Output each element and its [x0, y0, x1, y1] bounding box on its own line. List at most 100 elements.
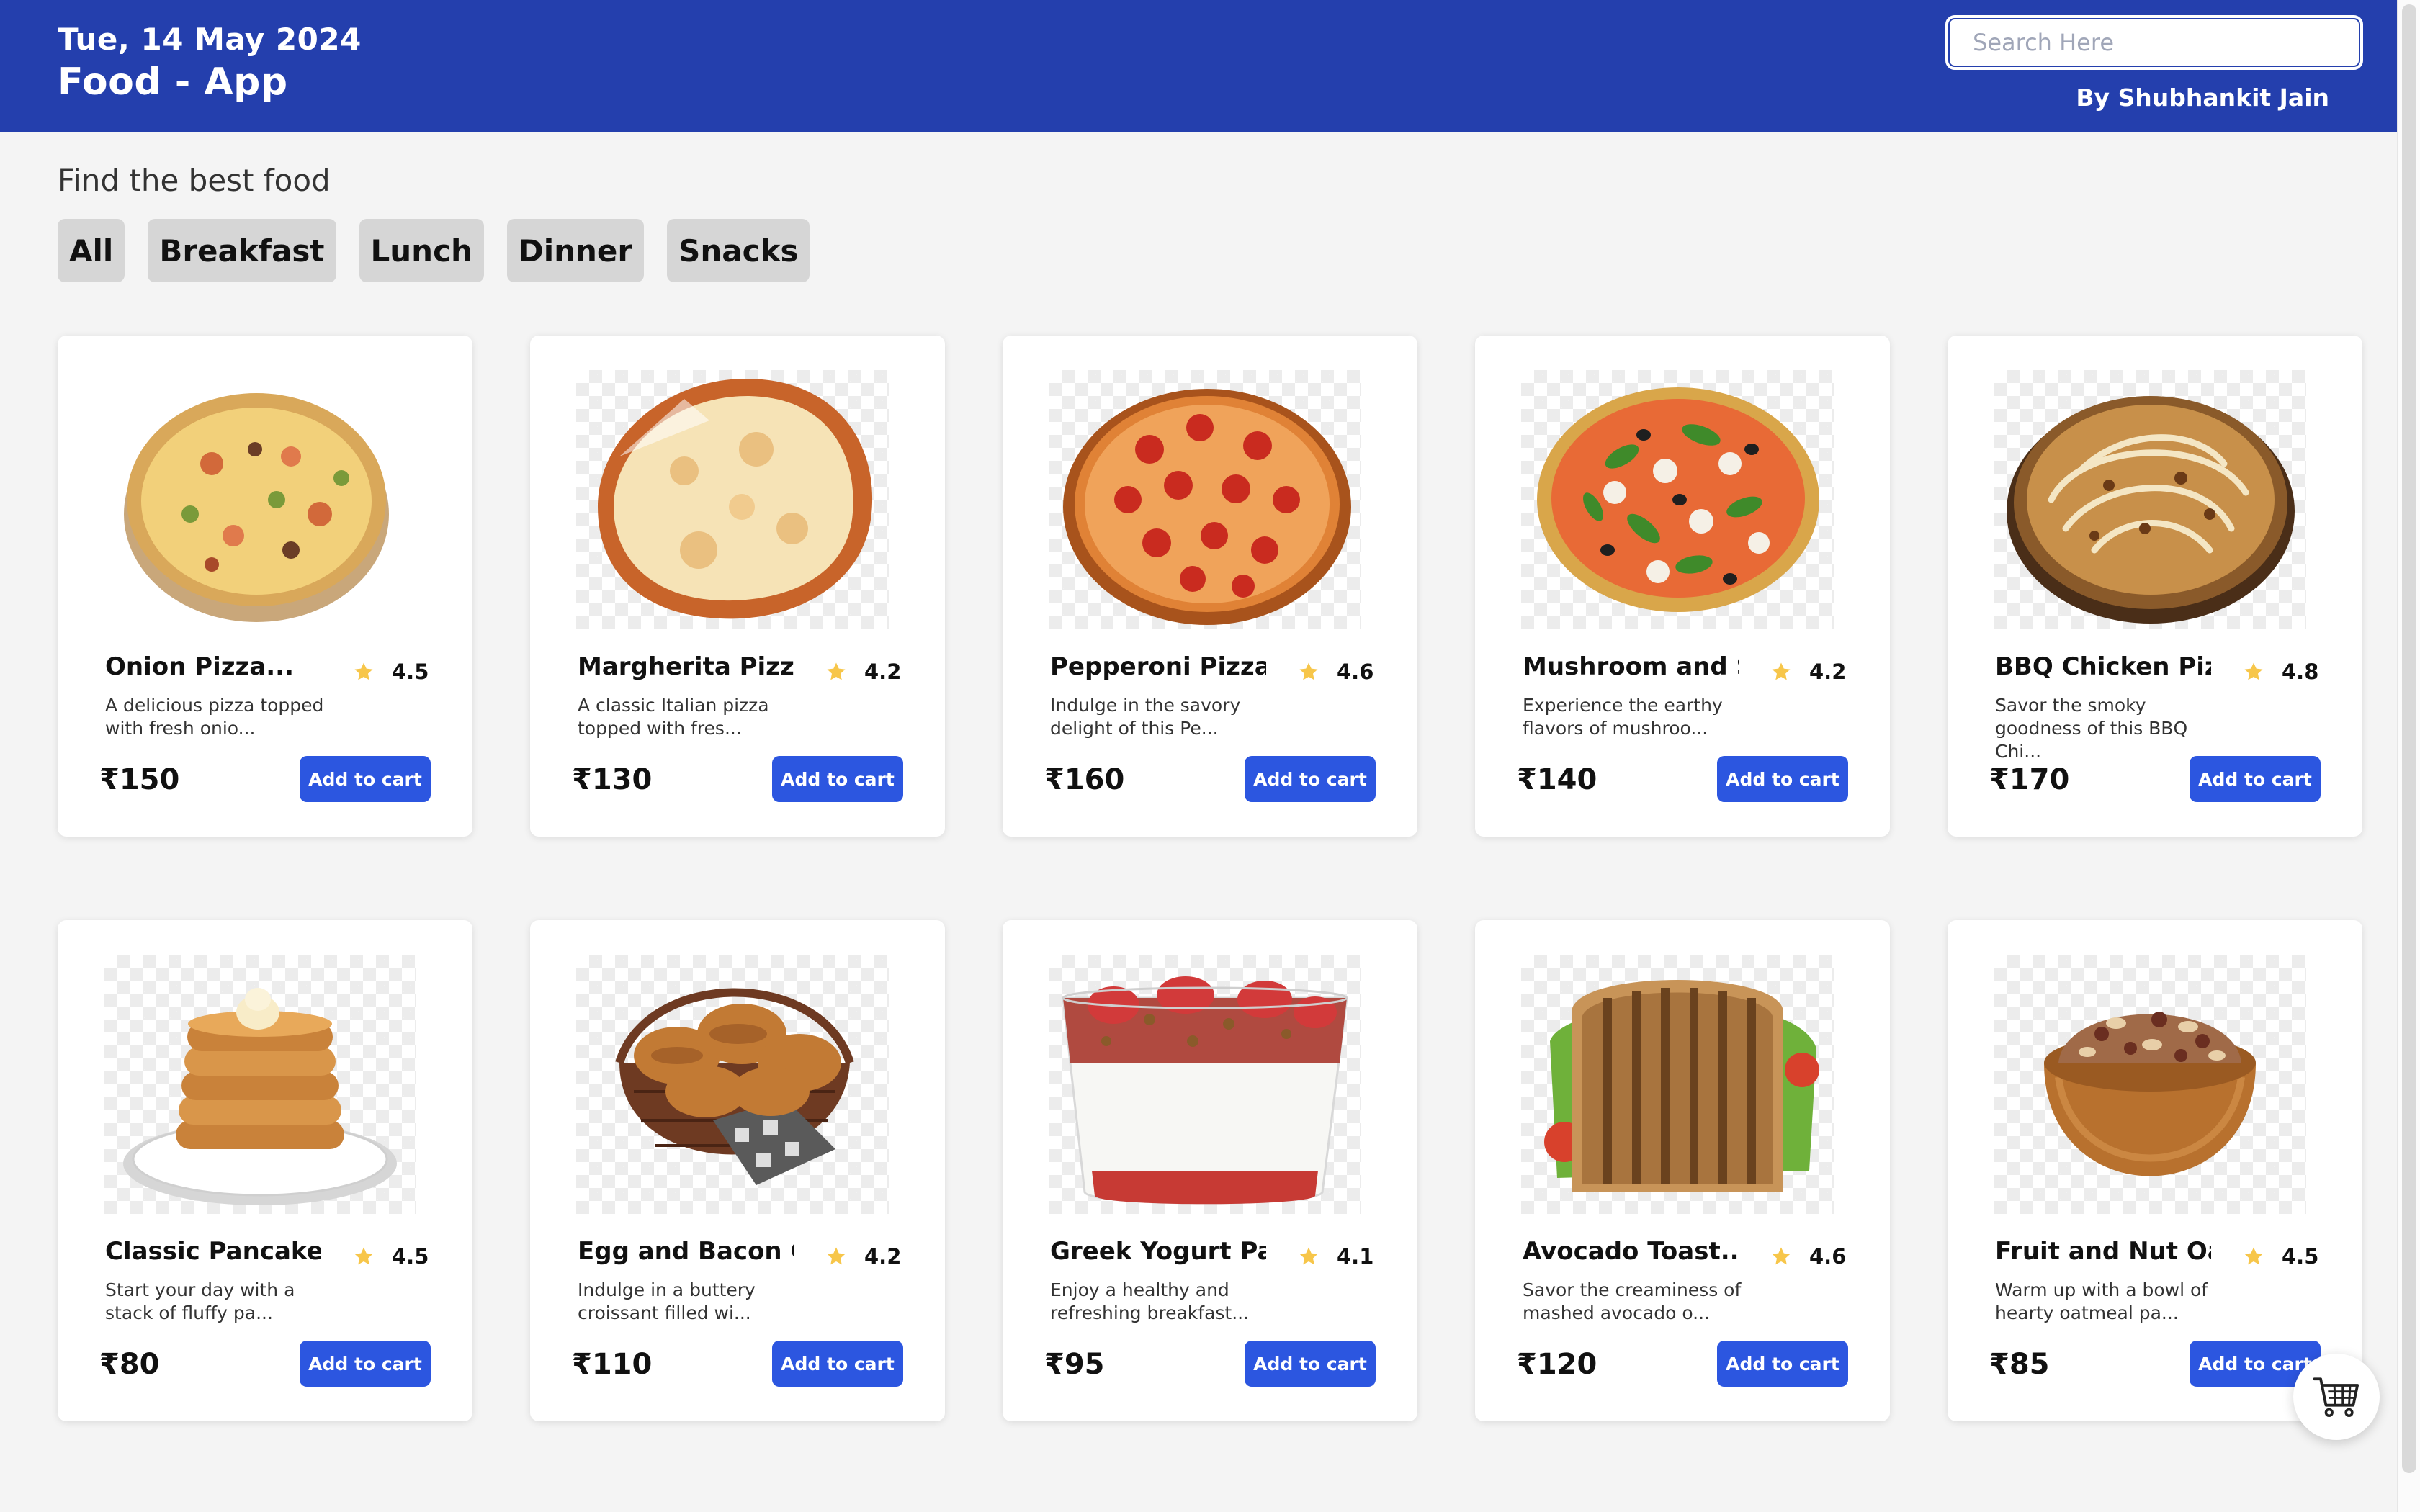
food-name: Pepperoni Pizza... [1050, 652, 1266, 681]
add-to-cart-button[interactable]: Add to cart [300, 756, 431, 802]
filter-lunch[interactable]: Lunch [359, 219, 484, 282]
food-description: Enjoy a healthy and refreshing breakfast… [1050, 1279, 1250, 1323]
oatmeal-bowl-image [2044, 1012, 2256, 1176]
add-to-cart-button[interactable]: Add to cart [1717, 756, 1848, 802]
food-rating: 4.5 [2243, 1244, 2318, 1269]
add-to-cart-button[interactable]: Add to cart [300, 1341, 431, 1387]
app-header: Tue, 14 May 2024 Food - App By Shubhanki… [0, 0, 2397, 132]
food-description: Warm up with a bowl of hearty oatmeal pa… [1995, 1279, 2208, 1323]
food-name: Greek Yogurt Par... [1050, 1237, 1266, 1266]
food-description: Savor the creaminess of mashed avocado o… [1523, 1279, 1742, 1323]
rating-value: 4.2 [864, 660, 902, 684]
food-image [1994, 955, 2306, 1214]
app-title: Food - App [58, 60, 288, 104]
food-image [576, 955, 889, 1214]
star-icon [354, 662, 373, 680]
food-rating: 4.1 [1298, 1244, 1373, 1269]
food-card: Fruit and Nut Oa... 4.5 Warm up with a b… [1948, 920, 2362, 1421]
rating-value: 4.5 [2282, 1244, 2319, 1269]
food-price: ₹110 [572, 1348, 653, 1381]
food-description: A classic Italian pizza topped with fres… [578, 695, 769, 739]
filter-dinner[interactable]: Dinner [506, 219, 645, 282]
food-card: Onion Pizza... 4.5 A delicious pizza top… [58, 336, 472, 837]
food-image [1049, 955, 1361, 1214]
add-to-cart-button[interactable]: Add to cart [2190, 756, 2321, 802]
food-grid: Onion Pizza... 4.5 A delicious pizza top… [58, 336, 2362, 1421]
food-price: ₹140 [1517, 763, 1597, 796]
shopping-cart-icon [2313, 1377, 2360, 1417]
food-card: BBQ Chicken Pizz... 4.8 Savor the smoky … [1948, 336, 2362, 837]
pepperoni-pizza-image [1063, 389, 1351, 625]
food-image [1521, 370, 1834, 629]
add-to-cart-button[interactable]: Add to cart [772, 756, 903, 802]
rating-value: 4.2 [1809, 660, 1847, 684]
star-icon [1299, 662, 1318, 680]
food-price: ₹80 [99, 1348, 160, 1381]
rating-value: 4.8 [2282, 660, 2319, 684]
food-image [1521, 955, 1834, 1214]
filter-breakfast[interactable]: Breakfast [148, 219, 336, 282]
food-image [1994, 370, 2306, 629]
section-heading: Find the best food [58, 163, 331, 198]
food-name: Margherita Pizza... [578, 652, 794, 681]
scrollbar-thumb[interactable] [2402, 4, 2416, 1473]
food-card: Margherita Pizza... 4.2 A classic Italia… [530, 336, 945, 837]
food-name: Egg and Bacon Cr... [578, 1237, 794, 1266]
rating-value: 4.6 [1337, 660, 1374, 684]
food-price: ₹95 [1044, 1348, 1105, 1381]
cart-button[interactable] [2293, 1354, 2380, 1440]
add-to-cart-button[interactable]: Add to cart [1245, 1341, 1376, 1387]
filter-snacks[interactable]: Snacks [667, 219, 810, 282]
food-rating: 4.6 [1770, 1244, 1846, 1269]
food-description: Indulge in the savory delight of this Pe… [1050, 695, 1241, 739]
category-filters: All Breakfast Lunch Dinner Snacks [58, 219, 810, 282]
croissant-basket-image [615, 988, 854, 1185]
food-rating: 4.5 [353, 660, 429, 684]
food-image [104, 955, 416, 1214]
food-card: Classic Pancakes... 4.5 Start your day w… [58, 920, 472, 1421]
food-price: ₹85 [1989, 1348, 2050, 1381]
food-price: ₹150 [99, 763, 180, 796]
rating-value: 4.5 [392, 660, 429, 684]
margherita-pizza-image [598, 378, 873, 619]
rating-value: 4.2 [864, 1244, 902, 1269]
page-scrollbar[interactable] [2397, 0, 2420, 1512]
food-card: Pepperoni Pizza... 4.6 Indulge in the sa… [1003, 336, 1417, 837]
mushroom-pizza-image [1537, 387, 1819, 612]
star-icon [827, 662, 846, 680]
current-date: Tue, 14 May 2024 [58, 22, 362, 57]
yogurt-parfait-image [1062, 976, 1348, 1205]
food-name: Fruit and Nut Oa... [1995, 1237, 2211, 1266]
star-icon [2244, 1247, 2263, 1265]
food-card: Avocado Toast... 4.6 Savor the creamines… [1475, 920, 1890, 1421]
food-description: Indulge in a buttery croissant filled wi… [578, 1279, 756, 1323]
star-icon [1299, 1247, 1318, 1265]
add-to-cart-button[interactable]: Add to cart [1245, 756, 1376, 802]
food-rating: 4.2 [1770, 660, 1846, 684]
rating-value: 4.6 [1809, 1244, 1847, 1269]
add-to-cart-button[interactable]: Add to cart [772, 1341, 903, 1387]
food-price: ₹160 [1044, 763, 1125, 796]
bbq-chicken-pizza-image [2007, 396, 2295, 624]
avocado-toast-image [1544, 980, 1819, 1192]
food-rating: 4.2 [825, 660, 901, 684]
food-name: Classic Pancakes... [105, 1237, 321, 1266]
food-price: ₹130 [572, 763, 653, 796]
star-icon [2244, 662, 2263, 680]
filter-all[interactable]: All [58, 219, 125, 282]
food-name: Mushroom and Spi... [1523, 652, 1739, 681]
onion-pizza-image [124, 393, 389, 622]
food-image [104, 370, 416, 629]
star-icon [354, 1247, 373, 1265]
food-card: Greek Yogurt Par... 4.1 Enjoy a healthy … [1003, 920, 1417, 1421]
food-rating: 4.6 [1298, 660, 1373, 684]
rating-value: 4.5 [392, 1244, 429, 1269]
food-description: A delicious pizza topped with fresh onio… [105, 695, 324, 739]
food-image [576, 370, 889, 629]
food-rating: 4.8 [2243, 660, 2318, 684]
food-rating: 4.5 [353, 1244, 429, 1269]
search-input[interactable] [1945, 15, 2363, 70]
star-icon [1772, 1247, 1791, 1265]
add-to-cart-button[interactable]: Add to cart [1717, 1341, 1848, 1387]
star-icon [1772, 662, 1791, 680]
